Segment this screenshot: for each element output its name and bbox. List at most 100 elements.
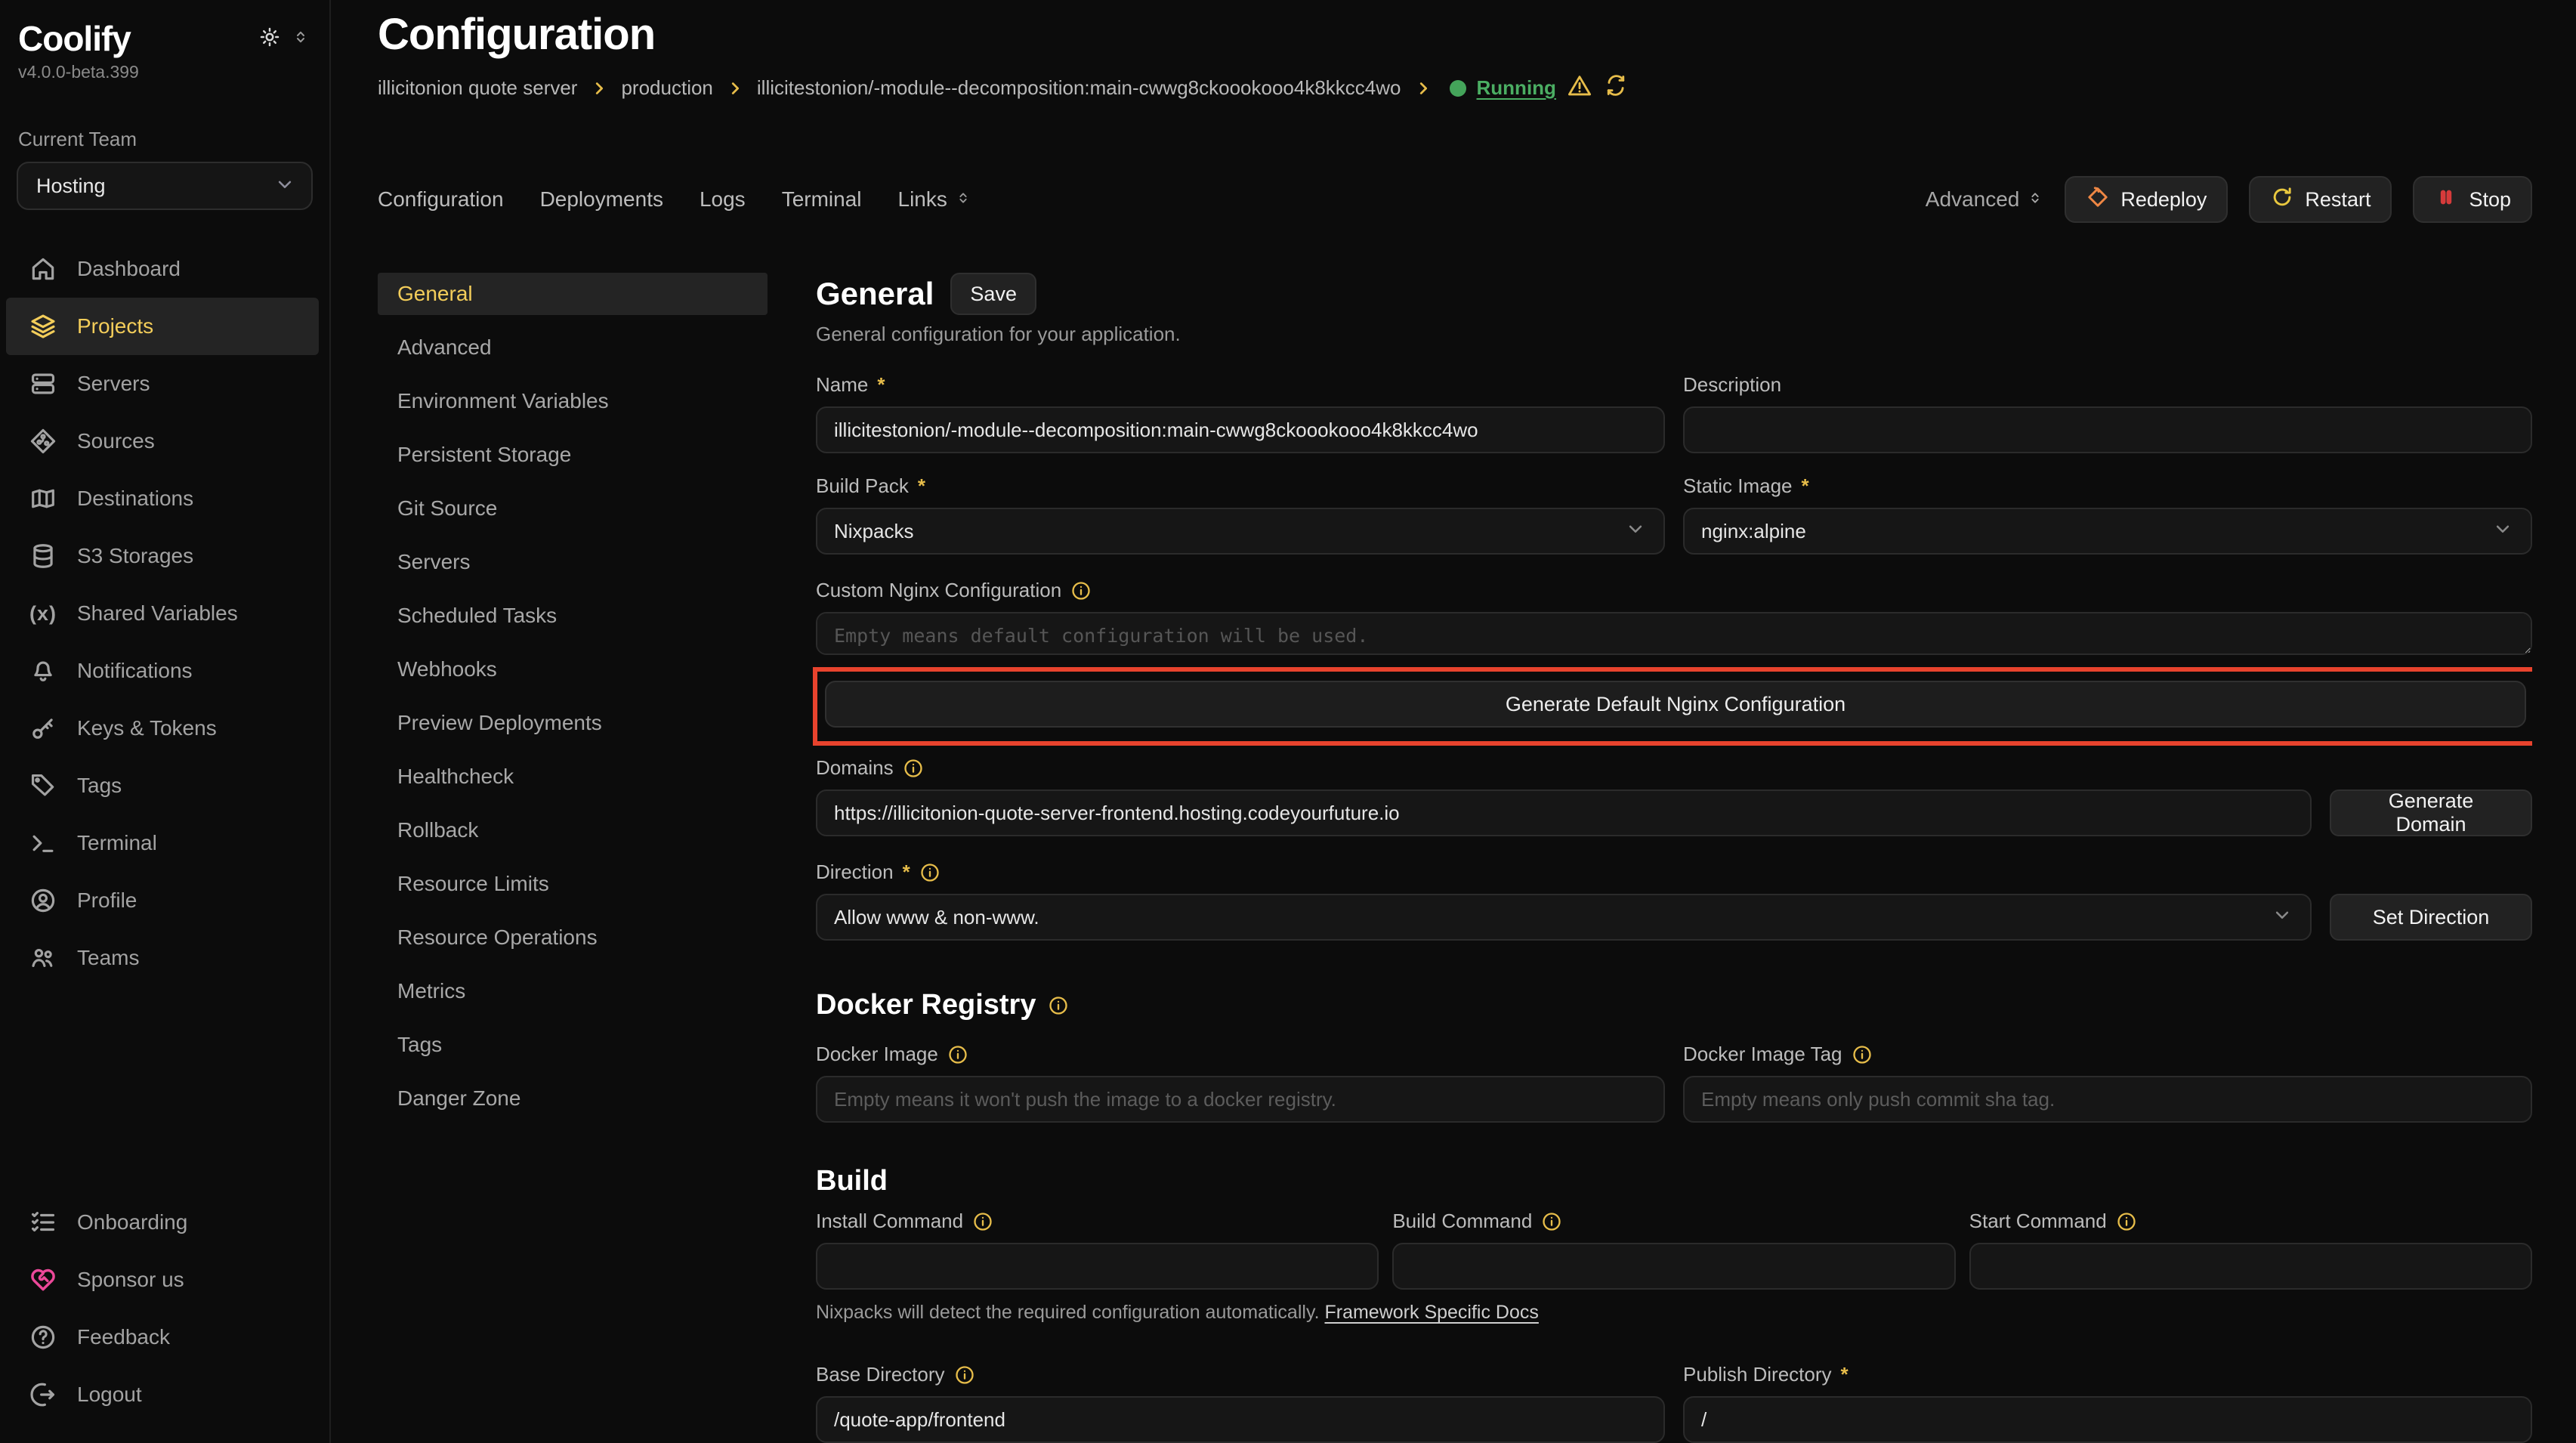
sidebar-item-profile[interactable]: Profile: [6, 872, 319, 929]
subnav-item-resource-limits[interactable]: Resource Limits: [378, 863, 768, 905]
subnav-item-tags[interactable]: Tags: [378, 1024, 768, 1066]
sidebar-item-destinations[interactable]: Destinations: [6, 470, 319, 527]
info-icon[interactable]: [919, 862, 941, 883]
breadcrumb-application[interactable]: illicitestonion/-module--decomposition:m…: [757, 76, 1401, 100]
chevron-right-icon: [1415, 80, 1432, 97]
info-icon[interactable]: [2116, 1211, 2137, 1232]
sidebar-item-feedback[interactable]: Feedback: [6, 1309, 319, 1366]
start-command-field[interactable]: [1969, 1243, 2532, 1290]
theme-sun-icon[interactable]: [258, 26, 281, 52]
docker-image-tag-field[interactable]: [1683, 1076, 2532, 1123]
redeploy-label: Redeploy: [2120, 188, 2207, 212]
sidebar-item-logout[interactable]: Logout: [6, 1366, 319, 1423]
status-dot: [1450, 80, 1466, 97]
subnav-item-webhooks[interactable]: Webhooks: [378, 648, 768, 691]
tab-links[interactable]: Links: [898, 187, 971, 212]
redeploy-button[interactable]: Redeploy: [2065, 176, 2228, 223]
sidebar-item-dashboard[interactable]: Dashboard: [6, 240, 319, 298]
tab-logs[interactable]: Logs: [700, 187, 746, 212]
base-directory-field[interactable]: [816, 1396, 1665, 1443]
base-directory-label: Base Directory: [816, 1363, 1665, 1386]
app-version: v4.0.0-beta.399: [0, 59, 329, 82]
breadcrumb-project[interactable]: illicitonion quote server: [378, 76, 577, 100]
subnav-item-resource-operations[interactable]: Resource Operations: [378, 916, 768, 959]
team-select[interactable]: Hosting: [17, 162, 313, 210]
build-command-field[interactable]: [1392, 1243, 1955, 1290]
subnav-item-git-source[interactable]: Git Source: [378, 487, 768, 530]
sidebar-item-sponsor[interactable]: Sponsor us: [6, 1251, 319, 1309]
framework-docs-link[interactable]: Framework Specific Docs: [1324, 1302, 1538, 1323]
info-icon[interactable]: [1852, 1044, 1873, 1065]
subnav-item-general[interactable]: General: [378, 273, 768, 315]
general-form: General Save General configuration for y…: [816, 273, 2532, 1443]
install-command-field[interactable]: [816, 1243, 1379, 1290]
subnav-item-environment-variables[interactable]: Environment Variables: [378, 380, 768, 422]
theme-select-chevrons-icon[interactable]: [292, 28, 310, 50]
subnav-item-healthcheck[interactable]: Healthcheck: [378, 755, 768, 798]
tab-deployments[interactable]: Deployments: [540, 187, 663, 212]
custom-nginx-textarea[interactable]: [816, 612, 2532, 655]
info-icon[interactable]: [903, 758, 924, 779]
refresh-icon[interactable]: [1603, 73, 1629, 104]
info-icon[interactable]: [947, 1044, 968, 1065]
sidebar-item-s3-storages[interactable]: S3 Storages: [6, 527, 319, 585]
subnav-item-persistent-storage[interactable]: Persistent Storage: [378, 434, 768, 476]
info-icon[interactable]: [972, 1211, 993, 1232]
current-team-label: Current Team: [18, 128, 311, 151]
sidebar-item-teams[interactable]: Teams: [6, 929, 319, 987]
tab-configuration[interactable]: Configuration: [378, 187, 504, 212]
sidebar-item-keys-tokens[interactable]: Keys & Tokens: [6, 700, 319, 757]
info-icon[interactable]: [1541, 1211, 1562, 1232]
subnav-item-servers[interactable]: Servers: [378, 541, 768, 583]
subnav-item-metrics[interactable]: Metrics: [378, 970, 768, 1012]
warning-triangle-icon[interactable]: [1567, 73, 1592, 104]
restart-button[interactable]: Restart: [2249, 176, 2392, 223]
sidebar-item-label: Servers: [77, 372, 150, 396]
sidebar-item-label: Logout: [77, 1383, 142, 1407]
stop-button[interactable]: Stop: [2413, 176, 2532, 223]
static-image-select[interactable]: nginx:alpine: [1683, 508, 2532, 555]
sidebar-item-servers[interactable]: Servers: [6, 355, 319, 413]
publish-directory-field[interactable]: [1683, 1396, 2532, 1443]
action-highlight-box: Generate Default Nginx Configuration: [813, 667, 2532, 746]
sidebar-item-label: Notifications: [77, 659, 193, 683]
sidebar-item-notifications[interactable]: Notifications: [6, 642, 319, 700]
name-field[interactable]: [816, 406, 1665, 453]
advanced-dropdown[interactable]: Advanced: [1926, 187, 2044, 212]
subnav-item-preview-deployments[interactable]: Preview Deployments: [378, 702, 768, 744]
subnav-item-scheduled-tasks[interactable]: Scheduled Tasks: [378, 595, 768, 637]
generate-nginx-config-button[interactable]: Generate Default Nginx Configuration: [825, 681, 2526, 728]
direction-select[interactable]: Allow www & non-www.: [816, 894, 2312, 941]
build-pack-select[interactable]: Nixpacks: [816, 508, 1665, 555]
sidebar-item-tags[interactable]: Tags: [6, 757, 319, 814]
status-running-link[interactable]: Running: [1477, 76, 1556, 100]
sidebar-item-projects[interactable]: Projects: [6, 298, 319, 355]
build-pack-label: Build Pack*: [816, 474, 1665, 498]
info-icon[interactable]: [1048, 995, 1069, 1016]
database-icon: [29, 542, 57, 570]
tab-terminal[interactable]: Terminal: [782, 187, 862, 212]
sidebar-item-shared-variables[interactable]: (x) Shared Variables: [6, 585, 319, 642]
sidebar-item-label: Profile: [77, 888, 137, 913]
set-direction-button[interactable]: Set Direction: [2330, 894, 2532, 941]
breadcrumb-environment[interactable]: production: [621, 76, 712, 100]
sidebar-item-sources[interactable]: Sources: [6, 413, 319, 470]
docker-image-tag-label: Docker Image Tag: [1683, 1043, 2532, 1066]
direction-value: Allow www & non-www.: [834, 906, 1039, 929]
subnav-item-danger-zone[interactable]: Danger Zone: [378, 1077, 768, 1120]
main-content: Configuration illicitonion quote server …: [331, 0, 2576, 1443]
save-button[interactable]: Save: [950, 273, 1036, 315]
restart-label: Restart: [2305, 188, 2371, 212]
subnav-item-rollback[interactable]: Rollback: [378, 809, 768, 851]
subnav-item-advanced[interactable]: Advanced: [378, 326, 768, 369]
sidebar-item-onboarding[interactable]: Onboarding: [6, 1194, 319, 1251]
info-icon[interactable]: [954, 1364, 975, 1386]
sidebar-item-label: Terminal: [77, 831, 157, 855]
domains-field[interactable]: [816, 789, 2312, 836]
info-icon[interactable]: [1070, 580, 1092, 601]
description-field[interactable]: [1683, 406, 2532, 453]
sidebar-item-terminal[interactable]: Terminal: [6, 814, 319, 872]
docker-image-field[interactable]: [816, 1076, 1665, 1123]
generate-domain-button[interactable]: Generate Domain: [2330, 789, 2532, 836]
profile-icon: [29, 886, 57, 915]
